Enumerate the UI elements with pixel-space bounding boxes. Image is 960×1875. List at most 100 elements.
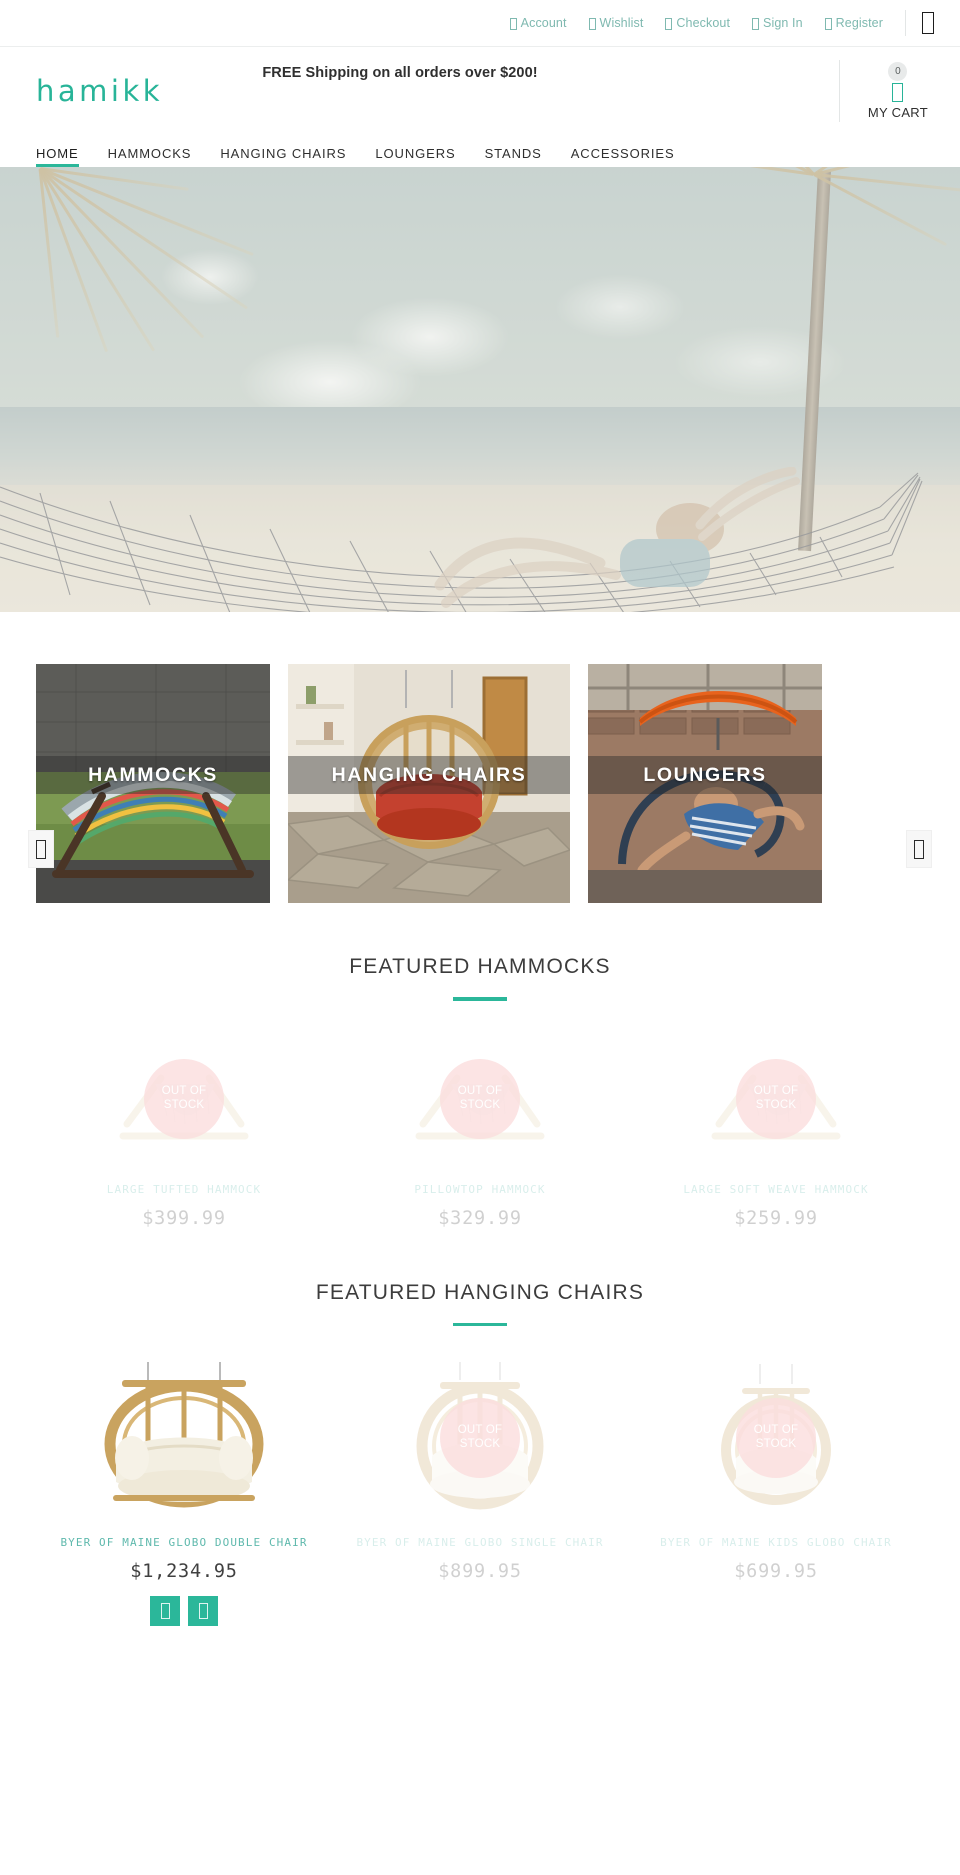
product-image: OUT OF STOCK xyxy=(628,1354,924,1522)
product-image: OUT OF STOCK xyxy=(628,1029,924,1169)
product-card[interactable]: BYER OF MAINE GLOBO DOUBLE CHAIR $1,234.… xyxy=(36,1354,332,1626)
oos-line-2: STOCK xyxy=(755,1098,797,1111)
product-price: $699.95 xyxy=(734,1561,818,1582)
product-card[interactable]: OUT OF STOCK LARGE TUFTED HAMMOCK $399.99 xyxy=(36,1029,332,1229)
category-tile-hammocks[interactable]: HAMMOCKS xyxy=(36,664,270,903)
product-price: $259.99 xyxy=(734,1207,818,1229)
product-price: $899.95 xyxy=(438,1561,522,1582)
shipping-message: FREE Shipping on all orders over $200! xyxy=(262,65,538,81)
oos-line-1: OUT OF xyxy=(753,1424,799,1437)
utility-divider xyxy=(905,10,906,36)
product-price: $329.99 xyxy=(438,1207,522,1229)
category-tile-hanging-chairs[interactable]: HANGING CHAIRS xyxy=(288,664,570,903)
utility-link-label: Checkout xyxy=(676,16,731,30)
pencil-icon xyxy=(824,18,832,30)
oos-line-1: OUT OF xyxy=(161,1084,207,1097)
product-image: OUT OF STOCK xyxy=(332,1029,628,1169)
out-of-stock-badge: OUT OF STOCK xyxy=(736,1398,816,1478)
product-card[interactable]: OUT OF STOCK PILLOWTOP HAMMOCK $329.99 xyxy=(332,1029,628,1229)
utility-links: Account Wishlist Checkout Sign In Regist… xyxy=(509,16,883,30)
oos-line-1: OUT OF xyxy=(753,1084,799,1097)
utility-link-account[interactable]: Account xyxy=(509,16,567,30)
oos-line-1: OUT OF xyxy=(457,1084,503,1097)
main-navigation: HOME HAMMOCKS HANGING CHAIRS LOUNGERS ST… xyxy=(0,135,960,167)
out-of-stock-badge: OUT OF STOCK xyxy=(144,1058,224,1139)
oos-line-1: OUT OF xyxy=(457,1424,503,1437)
category-label: HANGING CHAIRS xyxy=(331,763,527,786)
oos-line-2: STOCK xyxy=(163,1098,205,1111)
utility-link-label: Sign In xyxy=(763,16,803,30)
utility-link-checkout[interactable]: Checkout xyxy=(665,16,730,30)
product-image: OUT OF STOCK xyxy=(332,1354,628,1522)
carousel-next-button[interactable] xyxy=(906,830,932,868)
cart-icon xyxy=(160,1603,170,1619)
section-header-featured-hanging-chairs: FEATURED HANGING CHAIRS xyxy=(0,1229,960,1326)
nav-item-hanging-chairs[interactable]: HANGING CHAIRS xyxy=(220,146,346,167)
out-of-stock-badge: OUT OF STOCK xyxy=(440,1058,520,1139)
page-root: Account Wishlist Checkout Sign In Regist… xyxy=(0,0,960,1626)
user-icon xyxy=(509,18,517,30)
category-tile-loungers[interactable]: LOUNGERS xyxy=(588,664,822,903)
out-of-stock-badge: OUT OF STOCK xyxy=(736,1058,816,1139)
cart-count-badge: 0 xyxy=(888,62,908,81)
chevron-left-icon xyxy=(36,839,46,859)
utility-bar: Account Wishlist Checkout Sign In Regist… xyxy=(0,0,960,47)
nav-item-stands[interactable]: STANDS xyxy=(485,146,542,167)
out-of-stock-badge: OUT OF STOCK xyxy=(440,1398,520,1478)
product-card[interactable]: OUT OF STOCK BYER OF MAINE KIDS GLOBO CHA… xyxy=(628,1354,924,1626)
site-header: hamikk FREE Shipping on all orders over … xyxy=(0,47,960,135)
cart-icon xyxy=(665,18,673,30)
category-label-band: HAMMOCKS xyxy=(36,756,270,794)
category-carousel: HAMMOCKS HANGING CHAIRS LOUNGERS xyxy=(0,612,960,903)
category-label-band: HANGING CHAIRS xyxy=(288,756,570,794)
product-grid-hammocks: OUT OF STOCK LARGE TUFTED HAMMOCK $399.99 xyxy=(0,1001,960,1229)
product-image: OUT OF STOCK xyxy=(36,1029,332,1169)
carousel-prev-button[interactable] xyxy=(28,830,54,868)
lock-icon xyxy=(752,18,760,30)
product-price: $1,234.95 xyxy=(130,1561,238,1582)
utility-link-sign-in[interactable]: Sign In xyxy=(752,16,803,30)
add-to-cart-button[interactable] xyxy=(150,1596,180,1626)
product-name: BYER OF MAINE GLOBO SINGLE CHAIR xyxy=(356,1536,604,1549)
nav-item-loungers[interactable]: LOUNGERS xyxy=(375,146,455,167)
globo-double-chair-illustration xyxy=(104,1362,263,1508)
heart-icon xyxy=(198,1603,208,1619)
cart-label: MY CART xyxy=(867,105,928,120)
oos-line-2: STOCK xyxy=(459,1098,501,1111)
product-actions xyxy=(36,1596,332,1626)
category-label-band: LOUNGERS xyxy=(588,756,822,794)
product-name: PILLOWTOP HAMMOCK xyxy=(414,1182,546,1196)
product-price: $399.99 xyxy=(142,1207,226,1229)
hero-banner[interactable] xyxy=(0,167,960,612)
product-card[interactable]: OUT OF STOCK LARGE SOFT WEAVE HAMMOCK $25… xyxy=(628,1029,924,1229)
chevron-right-icon xyxy=(914,839,924,859)
oos-line-2: STOCK xyxy=(459,1438,501,1450)
section-title: FEATURED HAMMOCKS xyxy=(349,955,611,978)
category-tile-row: HAMMOCKS HANGING CHAIRS LOUNGERS xyxy=(36,664,924,903)
cart-icon xyxy=(892,83,904,102)
nav-item-accessories[interactable]: ACCESSORIES xyxy=(571,146,675,167)
search-button[interactable] xyxy=(922,12,934,34)
oos-line-2: STOCK xyxy=(755,1438,797,1450)
utility-link-label: Register xyxy=(835,16,883,30)
utility-link-register[interactable]: Register xyxy=(824,16,883,30)
product-name: BYER OF MAINE KIDS GLOBO CHAIR xyxy=(660,1536,892,1549)
nav-item-home[interactable]: HOME xyxy=(36,146,79,167)
product-name: LARGE TUFTED HAMMOCK xyxy=(106,1182,262,1196)
search-icon xyxy=(922,12,934,34)
utility-link-wishlist[interactable]: Wishlist xyxy=(588,16,644,30)
heart-icon xyxy=(588,18,596,30)
product-card[interactable]: OUT OF STOCK BYER OF MAINE GLOBO SINGLE C… xyxy=(332,1354,628,1626)
section-header-featured-hammocks: FEATURED HAMMOCKS xyxy=(0,903,960,1001)
product-image xyxy=(36,1354,332,1522)
category-label: HAMMOCKS xyxy=(88,763,218,786)
hero-color-overlay xyxy=(0,167,960,612)
product-grid-hanging-chairs: BYER OF MAINE GLOBO DOUBLE CHAIR $1,234.… xyxy=(0,1326,960,1626)
cart-button[interactable]: 0 MY CART xyxy=(838,60,934,122)
utility-link-label: Account xyxy=(520,16,567,30)
product-name: BYER OF MAINE GLOBO DOUBLE CHAIR xyxy=(60,1536,308,1549)
product-name: LARGE SOFT WEAVE HAMMOCK xyxy=(683,1182,869,1196)
utility-link-label: Wishlist xyxy=(599,16,644,30)
nav-item-hammocks[interactable]: HAMMOCKS xyxy=(108,146,192,167)
add-to-wishlist-button[interactable] xyxy=(188,1596,218,1626)
